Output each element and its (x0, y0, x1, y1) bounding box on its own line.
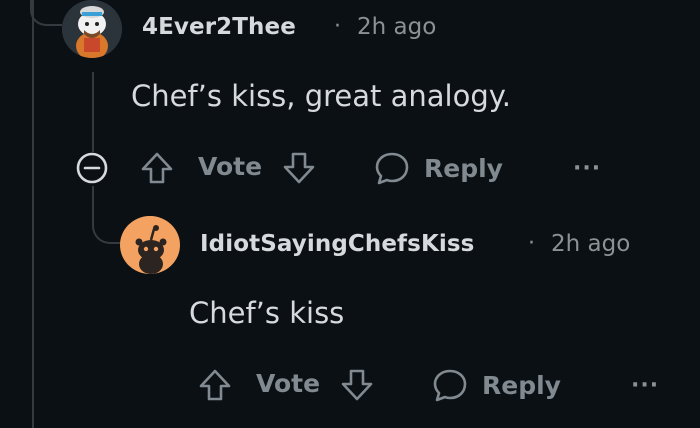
speech-bubble-icon (432, 367, 468, 403)
upvote-button[interactable] (140, 150, 174, 186)
downvote-button[interactable] (340, 367, 374, 403)
user-avatar[interactable] (120, 216, 180, 274)
vote-label: Vote (256, 369, 321, 398)
comment-author[interactable]: IdiotSayingChefsKiss (200, 231, 474, 257)
arrow-up-icon (140, 150, 174, 186)
comment-timestamp[interactable]: 2h ago (551, 231, 630, 257)
thread-connector (92, 200, 122, 244)
downvote-button[interactable] (282, 150, 316, 186)
comment-body: Chef’s kiss, great analogy. (131, 79, 512, 113)
snoo-avatar-icon (62, 0, 122, 58)
reply-label: Reply (482, 370, 561, 400)
speech-bubble-icon (374, 150, 410, 186)
more-options-button[interactable]: ··· (573, 156, 601, 181)
reply-label: Reply (424, 153, 503, 183)
comment-author[interactable]: 4Ever2Thee (142, 14, 296, 40)
comment-timestamp[interactable]: 2h ago (357, 14, 436, 40)
snoo-avatar-icon (121, 216, 179, 274)
thread-line-parent (32, 0, 34, 428)
thread-connector-top (30, 0, 62, 26)
thread-line-comment1 (92, 72, 94, 152)
arrow-down-icon (282, 150, 316, 186)
more-options-button[interactable]: ··· (631, 373, 659, 398)
meta-separator: · (528, 231, 535, 256)
minus-circle-icon (74, 150, 110, 186)
comment-body: Chef’s kiss (189, 296, 345, 330)
collapse-button[interactable] (74, 150, 110, 186)
arrow-down-icon (340, 367, 374, 403)
meta-separator: · (334, 14, 341, 39)
upvote-button[interactable] (198, 367, 232, 403)
user-avatar[interactable] (62, 0, 122, 58)
vote-label: Vote (198, 152, 263, 181)
reply-button[interactable]: Reply (432, 367, 561, 403)
reply-button[interactable]: Reply (374, 150, 503, 186)
arrow-up-icon (198, 367, 232, 403)
